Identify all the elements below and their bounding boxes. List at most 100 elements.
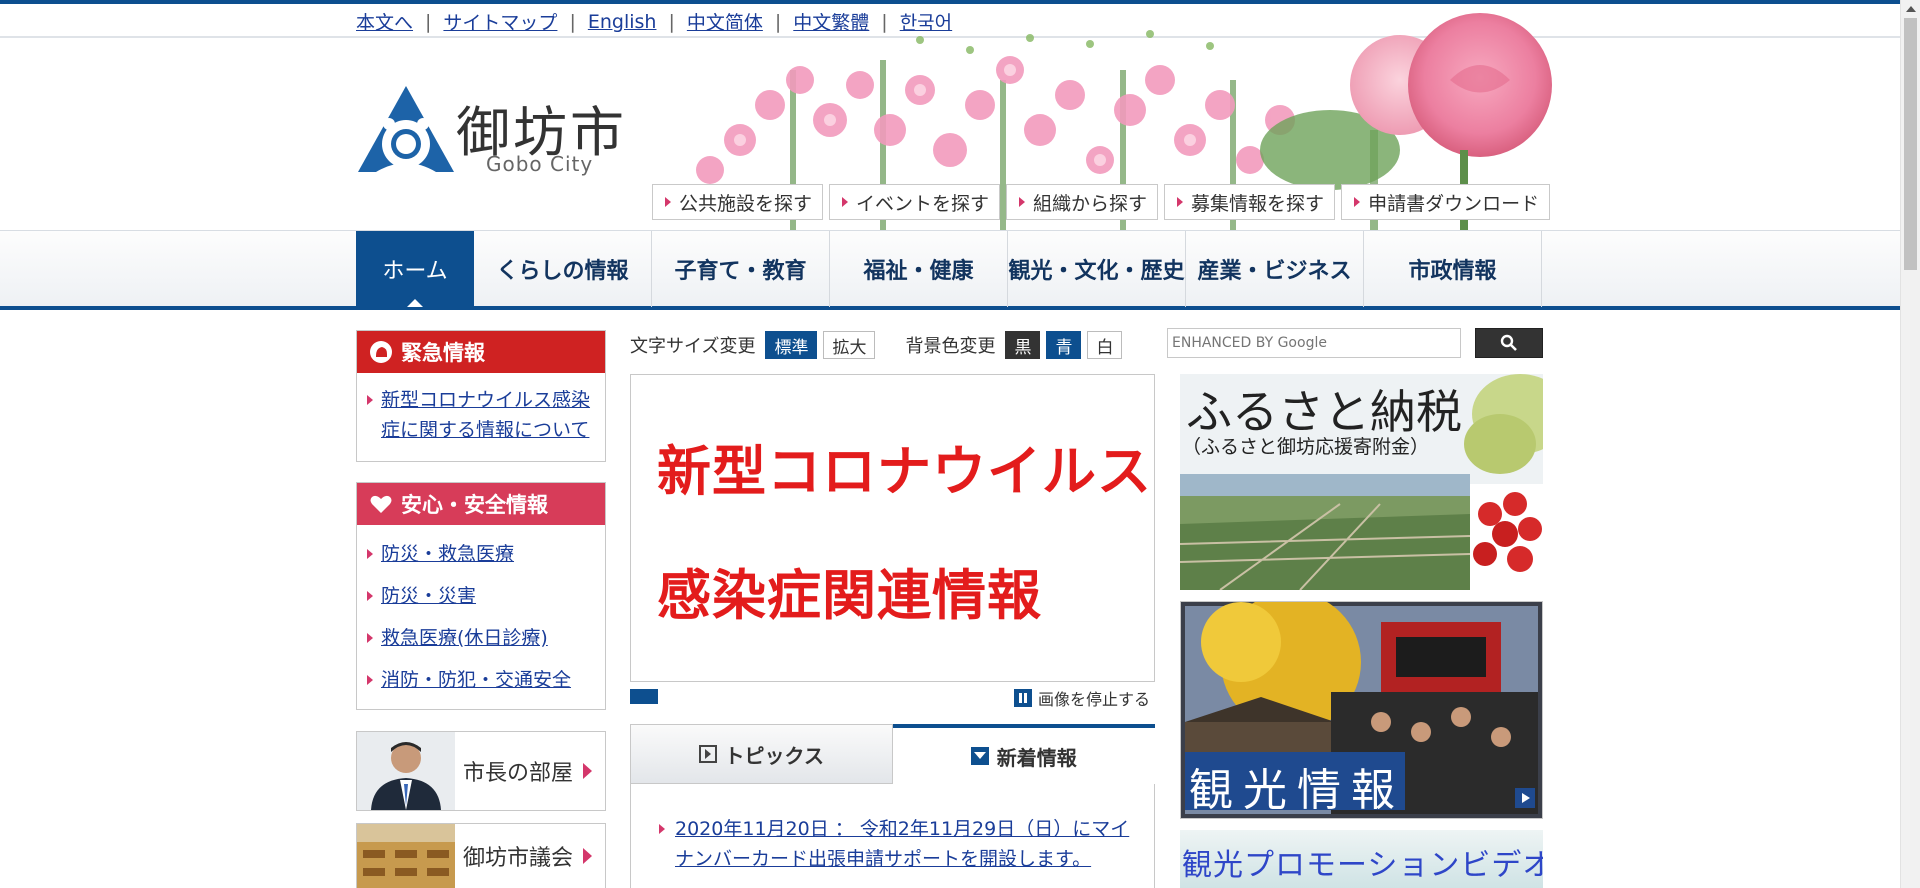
slide-headline-line2: 感染症関連情報	[657, 563, 1042, 627]
background-white-button[interactable]: 白	[1087, 331, 1123, 359]
emergency-info-list: 新型コロナウイルス感染症に関する情報について	[357, 373, 605, 463]
triangle-bullet-icon	[659, 824, 665, 834]
nav-label: ホーム	[382, 259, 448, 284]
display-tools: 文字サイズ変更 標準 拡大 背景色変更 黒 青 白	[630, 330, 1123, 360]
tourism-banner-char: 光	[1243, 765, 1287, 816]
disaster-prevention-link[interactable]: 防災・災害	[381, 581, 476, 611]
pause-slideshow-button[interactable]: 画像を停止する	[1014, 686, 1150, 710]
nav-home[interactable]: ホーム	[356, 231, 474, 307]
arrow-right-icon	[583, 763, 593, 779]
list-item: 防災・救急医療	[367, 539, 595, 569]
tourism-info-banner[interactable]: 観 光 情 報	[1180, 601, 1543, 819]
main-slideshow[interactable]: 新型コロナウイルス 感染症関連情報	[630, 374, 1155, 682]
skip-to-content-link[interactable]: 本文へ	[356, 8, 413, 35]
fire-crime-traffic-safety-link[interactable]: 消防・防犯・交通安全	[381, 665, 571, 695]
search-button[interactable]	[1475, 328, 1543, 358]
furusato-subtitle: （ふるさと御坊応援寄附金）	[1182, 436, 1430, 458]
font-size-large-button[interactable]: 拡大	[823, 331, 876, 359]
promo-video-title: 観光プロモーションビデオ	[1182, 848, 1543, 883]
nav-tourism-culture-history[interactable]: 観光・文化・歴史	[1008, 231, 1186, 307]
holiday-medical-link[interactable]: 救急医療(休日診療)	[381, 623, 548, 653]
pause-icon	[1014, 689, 1032, 707]
safety-info-title: 安心・安全情報	[401, 493, 548, 517]
find-public-facilities-link[interactable]: 公共施設を探す	[652, 184, 824, 220]
scrollbar-thumb[interactable]	[1904, 18, 1917, 270]
triangle-bullet-icon	[1177, 197, 1184, 207]
chevron-down-icon	[970, 747, 989, 765]
emergency-info-header: 緊急情報	[357, 331, 605, 373]
search-input[interactable]	[1167, 328, 1461, 358]
nav-industry-business[interactable]: 産業・ビジネス	[1186, 231, 1364, 307]
safety-info-box: 安心・安全情報 防災・救急医療 防災・災害 救急医療(休日診療) 消防・防犯・交…	[356, 482, 606, 710]
tab-topics[interactable]: トピックス	[630, 724, 893, 784]
triangle-bullet-icon	[367, 395, 373, 405]
nav-childcare-education[interactable]: 子育て・教育	[652, 231, 830, 307]
list-item: 新型コロナウイルス感染症に関する情報について	[367, 385, 595, 445]
tourism-banner-char: 観	[1189, 765, 1233, 816]
find-recruitment-link[interactable]: 募集情報を探す	[1164, 184, 1336, 220]
quick-link-label: 募集情報を探す	[1191, 192, 1325, 215]
nav-welfare-health[interactable]: 福祉・健康	[830, 231, 1008, 307]
council-chamber-image	[357, 823, 455, 888]
background-color-label: 背景色変更	[905, 336, 996, 357]
arrow-right-icon	[583, 848, 593, 864]
page-scrollbar[interactable]	[1900, 0, 1920, 888]
mayor-room-banner[interactable]: 市長の部屋	[356, 731, 606, 811]
quick-link-label: 申請書ダウンロード	[1368, 192, 1540, 215]
disaster-emergency-medical-link[interactable]: 防災・救急医療	[381, 539, 514, 569]
search-icon	[1500, 334, 1517, 351]
furusato-tax-banner[interactable]: ふるさと納税 （ふるさと御坊応援寄附金）	[1180, 374, 1543, 590]
site-search	[1167, 328, 1543, 360]
scroll-up-arrow-icon[interactable]	[1906, 6, 1916, 12]
english-link[interactable]: English	[588, 11, 657, 33]
quick-link-label: イベントを探す	[856, 192, 990, 215]
safety-info-header: 安心・安全情報	[357, 483, 605, 525]
separator: |	[425, 10, 432, 33]
tourism-banner-char: 報	[1351, 765, 1395, 816]
list-item: 防災・災害	[367, 581, 595, 611]
font-size-label: 文字サイズ変更	[630, 336, 756, 357]
list-item: 救急医療(休日診療)	[367, 623, 595, 653]
triangle-bullet-icon	[1354, 197, 1361, 207]
tourism-banner-title: 観 光 情 報	[1189, 754, 1395, 818]
promo-video-banner[interactable]: 観光プロモーションビデオ	[1180, 830, 1543, 888]
city-council-banner[interactable]: 御坊市議会	[356, 823, 606, 888]
pause-label: 画像を停止する	[1038, 690, 1151, 709]
triangle-bullet-icon	[842, 197, 849, 207]
emergency-info-box: 緊急情報 新型コロナウイルス感染症に関する情報について	[356, 330, 606, 462]
quick-link-label: 組織から探す	[1033, 192, 1148, 215]
font-size-normal-button[interactable]: 標準	[765, 331, 818, 359]
background-blue-button[interactable]: 青	[1046, 331, 1082, 359]
slide-headline-line1: 新型コロナウイルス	[657, 439, 1152, 503]
logo-city-subtitle: Gobo City	[486, 152, 594, 176]
news-panel: 2020年11月20日 ： 令和2年11月29日（日）にマイナンバーカード出張申…	[630, 784, 1155, 888]
download-forms-link[interactable]: 申請書ダウンロード	[1341, 184, 1551, 220]
separator: |	[569, 10, 576, 33]
mayor-room-label: 市長の部屋	[463, 761, 574, 786]
nav-living-info[interactable]: くらしの情報	[474, 231, 652, 307]
active-caret-icon	[407, 299, 423, 307]
emergency-info-title: 緊急情報	[401, 341, 485, 365]
quick-links-bar: 公共施設を探す イベントを探す 組織から探す 募集情報を探す 申請書ダウンロード	[652, 184, 1556, 220]
tab-latest-news[interactable]: 新着情報	[892, 724, 1155, 784]
background-black-button[interactable]: 黒	[1005, 331, 1041, 359]
triangle-bullet-icon	[367, 633, 373, 643]
global-nav: ホーム くらしの情報 子育て・教育 福祉・健康 観光・文化・歴史 産業・ビジネス…	[356, 231, 1542, 307]
site-logo[interactable]: 御坊市 Gobo City	[356, 84, 636, 184]
slide-indicator[interactable]	[630, 689, 658, 704]
find-by-organization-link[interactable]: 組織から探す	[1006, 184, 1159, 220]
covid-info-link[interactable]: 新型コロナウイルス感染症に関する情報について	[381, 385, 595, 445]
tab-label: トピックス	[724, 743, 824, 768]
find-events-link[interactable]: イベントを探す	[829, 184, 1001, 220]
nav-city-administration[interactable]: 市政情報	[1364, 231, 1542, 307]
news-tabs: トピックス 新着情報	[630, 724, 1155, 784]
triangle-bullet-icon	[367, 591, 373, 601]
news-item-link[interactable]: 2020年11月20日 ： 令和2年11月29日（日）にマイナンバーカード出張申…	[675, 814, 1139, 874]
gobo-city-emblem-icon	[358, 86, 454, 172]
global-nav-bar: ホーム くらしの情報 子育て・教育 福祉・健康 観光・文化・歴史 産業・ビジネス…	[0, 230, 1900, 310]
triangle-bullet-icon	[367, 675, 373, 685]
sitemap-link[interactable]: サイトマップ	[443, 8, 557, 35]
quick-link-label: 公共施設を探す	[679, 192, 813, 215]
triangle-bullet-icon	[367, 549, 373, 559]
heart-icon	[370, 495, 392, 513]
